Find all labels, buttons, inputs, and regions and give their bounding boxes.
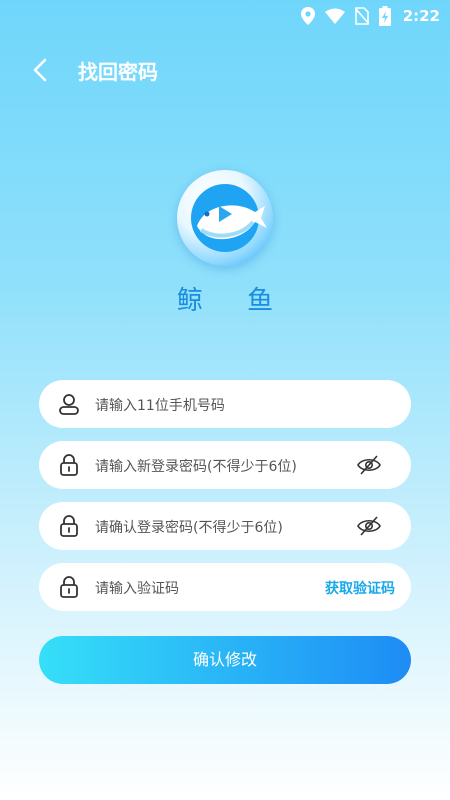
- wifi-icon: [324, 8, 345, 24]
- battery-icon: [378, 6, 391, 26]
- new-password-input[interactable]: 请输入新登录密码(不得少于6位): [95, 456, 297, 476]
- eye-hidden-icon[interactable]: [357, 515, 381, 537]
- phone-field[interactable]: 请输入11位手机号码: [39, 380, 411, 428]
- user-icon: [59, 394, 79, 415]
- confirm-modify-button[interactable]: 确认修改: [39, 636, 411, 684]
- app-logo: [177, 170, 273, 266]
- status-bar: 2:22: [0, 0, 450, 30]
- no-sim-icon: [354, 7, 369, 25]
- get-code-button[interactable]: 获取验证码: [325, 578, 395, 598]
- lock-icon: [60, 576, 78, 598]
- eye-hidden-icon[interactable]: [357, 454, 381, 476]
- brand-name: 鲸 鱼: [176, 286, 292, 316]
- whale-icon: [191, 184, 267, 252]
- new-password-field[interactable]: 请输入新登录密码(不得少于6位): [39, 441, 411, 489]
- confirm-password-input[interactable]: 请确认登录密码(不得少于6位): [95, 517, 283, 537]
- confirm-password-field[interactable]: 请确认登录密码(不得少于6位): [39, 502, 411, 550]
- lock-icon: [60, 454, 78, 476]
- phone-input[interactable]: 请输入11位手机号码: [95, 395, 225, 415]
- lock-icon: [60, 515, 78, 537]
- header: 找回密码: [0, 52, 450, 88]
- verification-code-input[interactable]: 请输入验证码: [95, 578, 179, 598]
- page-title: 找回密码: [78, 60, 158, 84]
- status-time: 2:22: [402, 7, 440, 25]
- location-icon: [300, 7, 315, 25]
- back-arrow-icon[interactable]: [28, 56, 56, 84]
- verification-code-field[interactable]: 请输入验证码 获取验证码: [39, 563, 411, 611]
